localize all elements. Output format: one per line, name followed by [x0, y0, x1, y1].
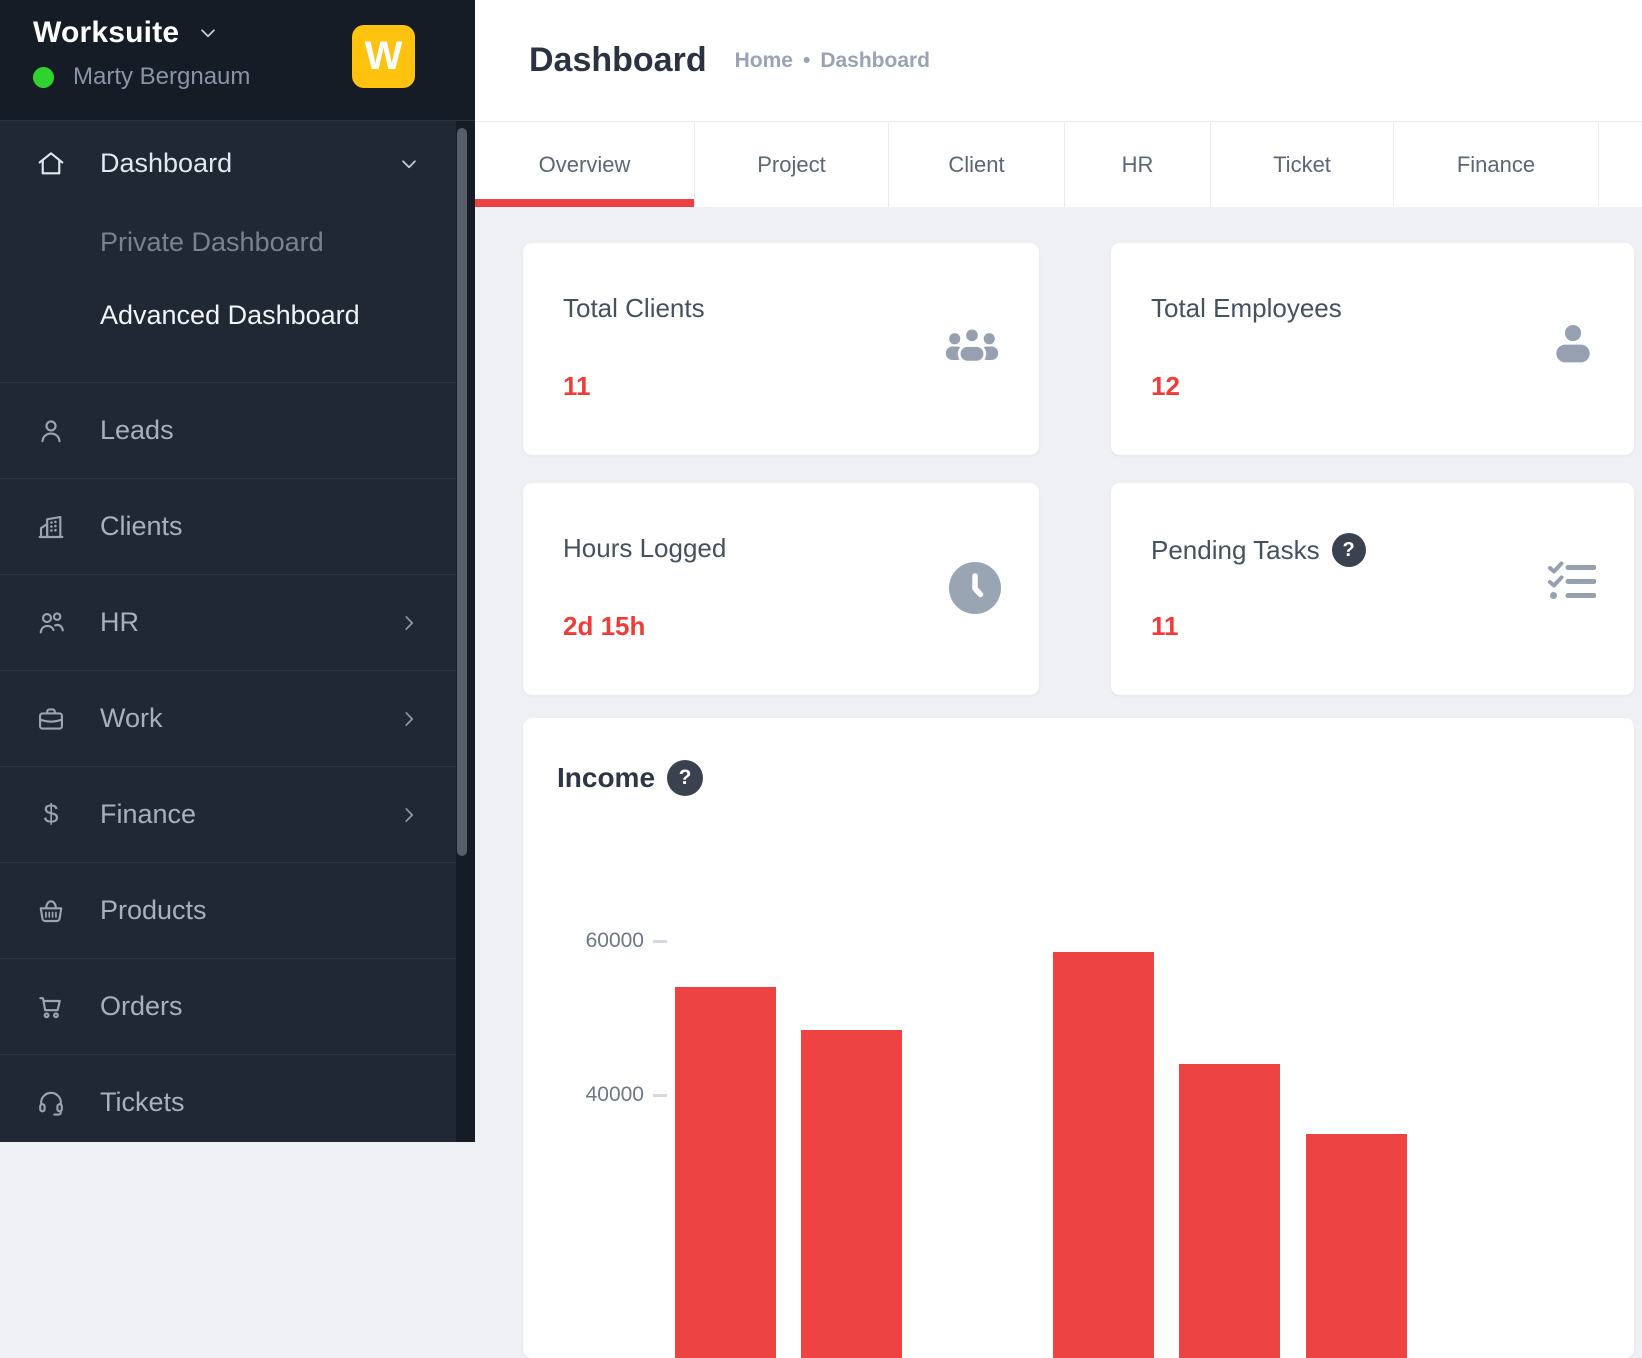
income-bar: [675, 987, 776, 1358]
sidebar-item-label: Orders: [100, 991, 183, 1022]
cart-icon: [35, 991, 67, 1023]
sidebar-item-label: Work: [100, 703, 163, 734]
sidebar-item-hr[interactable]: HR: [0, 574, 456, 670]
user-name: Marty Bergnaum: [73, 63, 250, 91]
card-title: Total Employees: [1151, 293, 1342, 324]
chevron-down-icon: [396, 151, 422, 177]
card-title-text: Pending Tasks: [1151, 535, 1320, 566]
income-bar: [801, 1030, 902, 1358]
content: Total Clients 11 Total Employees 12 Hour…: [475, 207, 1642, 1142]
brand-title: Worksuite: [33, 16, 179, 50]
chevron-down-icon: [195, 20, 221, 46]
y-axis-tick-mark: [653, 940, 667, 943]
sidebar-item-label: HR: [100, 607, 139, 638]
sidebar-item-label: Clients: [100, 511, 183, 542]
breadcrumb-separator: •: [803, 49, 810, 73]
sidebar-item-tickets[interactable]: Tickets: [0, 1054, 456, 1150]
clock-icon: [949, 562, 1001, 614]
tab-label: Project: [757, 152, 825, 178]
income-bar: [1179, 1064, 1280, 1358]
sidebar-item-private-dashboard[interactable]: Private Dashboard: [0, 206, 456, 279]
main-area: Dashboard Home • Dashboard Overview Proje…: [475, 0, 1642, 1142]
sidebar-item-label: Tickets: [100, 1087, 185, 1118]
breadcrumb: Home • Dashboard: [735, 49, 930, 73]
dollar-icon: $: [35, 799, 67, 831]
chevron-right-icon: [396, 706, 422, 732]
sidebar-item-label: Private Dashboard: [100, 227, 324, 258]
total-employees-card: Total Employees 12: [1111, 243, 1634, 455]
chevron-right-icon: [396, 802, 422, 828]
tab-project[interactable]: Project: [695, 122, 889, 207]
sidebar: Worksuite Marty Bergnaum W Dashboard Priv…: [0, 0, 475, 1142]
sidebar-item-dashboard[interactable]: Dashboard: [0, 121, 456, 206]
basket-icon: [35, 895, 67, 927]
sidebar-item-leads[interactable]: Leads: [0, 382, 456, 478]
sidebar-item-label: Products: [100, 895, 207, 926]
headset-icon: [35, 1087, 67, 1119]
online-status-icon: [33, 67, 54, 88]
card-title: Pending Tasks ?: [1151, 533, 1366, 567]
tab-label: Ticket: [1273, 152, 1331, 178]
home-icon: [35, 148, 67, 180]
pending-tasks-value: 11: [1151, 611, 1179, 642]
y-axis-tick-label: 60000: [523, 929, 644, 953]
tab-ticket[interactable]: Ticket: [1211, 122, 1394, 207]
hours-logged-card: Hours Logged 2d 15h: [523, 483, 1039, 695]
income-bar: [1053, 952, 1154, 1358]
sidebar-item-label: Advanced Dashboard: [100, 300, 360, 331]
income-bar: [1306, 1134, 1407, 1358]
sidebar-item-clients[interactable]: Clients: [0, 478, 456, 574]
app-logo: W: [352, 25, 415, 88]
hours-logged-value: 2d 15h: [563, 611, 645, 642]
users-icon: [35, 607, 67, 639]
tab-overview[interactable]: Overview: [475, 122, 695, 207]
tab-label: Client: [948, 152, 1004, 178]
svg-text:$: $: [44, 799, 59, 829]
card-title: Total Clients: [563, 293, 705, 324]
income-card: Income ? 6000040000: [523, 718, 1634, 1358]
page-header: Dashboard Home • Dashboard: [475, 0, 1642, 121]
breadcrumb-current: Dashboard: [820, 49, 930, 73]
sidebar-item-label: Finance: [100, 799, 196, 830]
sidebar-item-work[interactable]: Work: [0, 670, 456, 766]
dashboard-tabs: Overview Project Client HR Ticket Finance: [475, 121, 1642, 207]
tab-label: Finance: [1457, 152, 1535, 178]
tab-label: HR: [1122, 152, 1154, 178]
page-title: Dashboard: [529, 41, 707, 80]
person-icon: [1550, 321, 1596, 367]
total-clients-value: 11: [563, 371, 591, 402]
sidebar-item-products[interactable]: Products: [0, 862, 456, 958]
sidebar-scrollbar-thumb[interactable]: [457, 128, 467, 856]
total-clients-card: Total Clients 11: [523, 243, 1039, 455]
sidebar-item-label: Leads: [100, 415, 174, 446]
sidebar-item-label: Dashboard: [100, 148, 232, 179]
task-list-icon: [1548, 561, 1596, 603]
tab-overflow-space: [1599, 122, 1642, 207]
tab-client[interactable]: Client: [889, 122, 1065, 207]
total-employees-value: 12: [1151, 371, 1180, 402]
chevron-right-icon: [396, 610, 422, 636]
tab-hr[interactable]: HR: [1065, 122, 1211, 207]
sidebar-item-advanced-dashboard[interactable]: Advanced Dashboard: [0, 279, 456, 352]
tab-finance[interactable]: Finance: [1394, 122, 1599, 207]
current-user[interactable]: Marty Bergnaum: [33, 63, 250, 91]
app-root: Worksuite Marty Bergnaum W Dashboard Priv…: [0, 0, 1642, 1142]
sidebar-menu: Dashboard Private Dashboard Advanced Dashb…: [0, 121, 456, 1150]
breadcrumb-home[interactable]: Home: [735, 49, 793, 73]
users-group-icon: [943, 323, 1001, 369]
help-icon[interactable]: ?: [1332, 533, 1366, 567]
card-title: Hours Logged: [563, 533, 726, 564]
user-icon: [35, 415, 67, 447]
pending-tasks-card: Pending Tasks ? 11: [1111, 483, 1634, 695]
workspace-switcher[interactable]: Worksuite: [33, 16, 221, 50]
tab-label: Overview: [539, 152, 631, 178]
income-chart: 60000 40000: [523, 718, 1634, 1358]
y-axis-tick-mark: [653, 1094, 667, 1097]
briefcase-icon: [35, 703, 67, 735]
sidebar-item-orders[interactable]: Orders: [0, 958, 456, 1054]
y-axis-tick-label: 40000: [523, 1083, 644, 1107]
sidebar-item-finance[interactable]: $ Finance: [0, 766, 456, 862]
building-icon: [35, 511, 67, 543]
